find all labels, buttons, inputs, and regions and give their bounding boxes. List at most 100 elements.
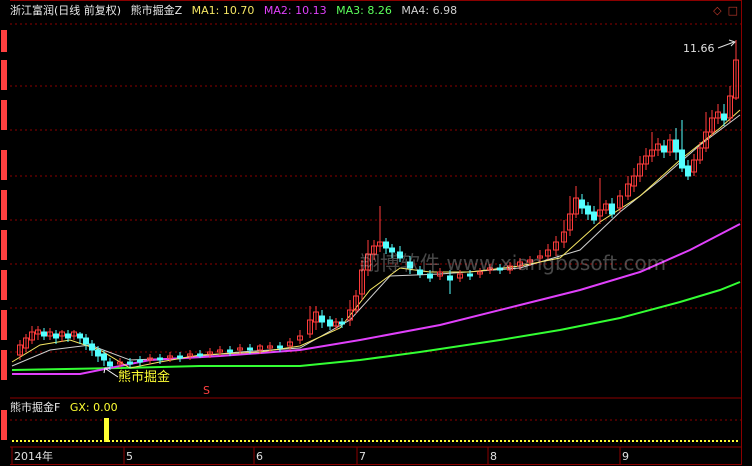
gx-baseline-dot — [436, 440, 438, 442]
gx-baseline-dot — [196, 440, 198, 442]
gx-baseline-dot — [448, 440, 450, 442]
gx-baseline-dot — [680, 440, 682, 442]
candle-body — [101, 353, 107, 361]
candle-body — [127, 361, 133, 365]
gx-baseline-dot — [564, 440, 566, 442]
gx-baseline-dot — [700, 440, 702, 442]
sub-panel-bars — [12, 418, 738, 442]
gx-baseline-dot — [12, 440, 14, 442]
gx-baseline-dot — [528, 440, 530, 442]
gx-baseline-dot — [464, 440, 466, 442]
gx-baseline-dot — [556, 440, 558, 442]
gx-baseline-dot — [728, 440, 730, 442]
gx-baseline-dot — [552, 440, 554, 442]
gx-baseline-dot — [500, 440, 502, 442]
gx-baseline-dot — [296, 440, 298, 442]
candle-body — [77, 333, 83, 339]
gx-baseline-dot — [468, 440, 470, 442]
gx-baseline-dot — [148, 440, 150, 442]
gx-baseline-dot — [676, 440, 678, 442]
candle-body — [661, 145, 667, 153]
gx-baseline-dot — [600, 440, 602, 442]
gx-baseline-dot — [540, 440, 542, 442]
candle-body — [339, 321, 345, 325]
gx-baseline-dot — [736, 440, 738, 442]
x-tick-label: 6 — [256, 450, 263, 463]
gx-baseline-dot — [560, 440, 562, 442]
gx-baseline-dot — [32, 440, 34, 442]
gx-baseline-dot — [520, 440, 522, 442]
gx-baseline-dot — [76, 440, 78, 442]
gx-baseline-dot — [228, 440, 230, 442]
gx-baseline-dot — [452, 440, 454, 442]
gx-baseline-dot — [404, 440, 406, 442]
gx-baseline-dot — [232, 440, 234, 442]
x-tick-label: 2014年 — [14, 449, 53, 463]
candle-body — [673, 139, 679, 153]
candle-body — [53, 333, 59, 339]
gx-baseline-dot — [216, 440, 218, 442]
gx-baseline-dot — [64, 440, 66, 442]
candle-body — [319, 315, 325, 323]
gx-baseline-dot — [704, 440, 706, 442]
side-toolbar[interactable] — [0, 0, 10, 466]
gx-baseline-dot — [716, 440, 718, 442]
gx-baseline-dot — [88, 440, 90, 442]
candle-body — [41, 331, 47, 337]
candle-body — [585, 205, 591, 215]
chart-frame — [9, 0, 742, 465]
sub-indicator-name: 熊市掘金F — [10, 401, 61, 414]
gx-baseline-dot — [92, 440, 94, 442]
gx-baseline-dot — [264, 440, 266, 442]
gx-baseline-dot — [612, 440, 614, 442]
gx-baseline-dot — [416, 440, 418, 442]
gx-baseline-dot — [208, 440, 210, 442]
ma2-readout: MA2: 10.13 — [263, 4, 327, 17]
gx-baseline-dot — [488, 440, 490, 442]
ma1-readout: MA1: 10.70 — [191, 4, 255, 17]
candle-body — [247, 347, 253, 351]
gx-baseline-dot — [384, 440, 386, 442]
gx-baseline-dot — [28, 440, 30, 442]
gx-baseline-dot — [544, 440, 546, 442]
gx-baseline-dot — [48, 440, 50, 442]
gx-baseline-dot — [516, 440, 518, 442]
gx-baseline-dot — [284, 440, 286, 442]
gx-baseline-dot — [96, 440, 98, 442]
candle-body — [609, 203, 615, 215]
gx-baseline-dot — [632, 440, 634, 442]
watermark: 翔博软件 www.xiangbosoft.com — [360, 251, 666, 275]
gx-baseline-dot — [440, 440, 442, 442]
gx-baseline-dot — [432, 440, 434, 442]
candle-body — [65, 333, 71, 339]
gx-baseline-dot — [200, 440, 202, 442]
gx-baseline-dot — [160, 440, 162, 442]
candle-body — [157, 357, 163, 361]
ma4-line — [11, 114, 741, 367]
stock-chart[interactable]: 2014年 5 6 7 8 9 翔博软件 www.xiangbosoft.com 11.6… — [0, 0, 752, 466]
candle-body — [447, 275, 453, 281]
gx-baseline-dot — [536, 440, 538, 442]
gx-baseline-dot — [212, 440, 214, 442]
gx-baseline-dot — [344, 440, 346, 442]
indicator-name: 熊市掘金Z — [130, 4, 183, 17]
gx-baseline-dot — [336, 440, 338, 442]
gx-baseline-dot — [392, 440, 394, 442]
period-label: (日线 前复权) — [54, 4, 122, 17]
gx-signal-bar — [104, 418, 109, 442]
gx-baseline-dot — [276, 440, 278, 442]
gx-baseline-dot — [672, 440, 674, 442]
gx-baseline-dot — [608, 440, 610, 442]
gx-baseline-dot — [84, 440, 86, 442]
gx-baseline-dot — [20, 440, 22, 442]
ma-lines — [11, 109, 741, 375]
gx-baseline-dot — [188, 440, 190, 442]
gx-baseline-dot — [144, 440, 146, 442]
gx-baseline-dot — [268, 440, 270, 442]
gx-baseline-dot — [352, 440, 354, 442]
gx-baseline-dot — [624, 440, 626, 442]
gx-baseline-dot — [320, 440, 322, 442]
candle-body — [95, 349, 101, 357]
x-tick-label: 8 — [490, 450, 497, 463]
window-controls[interactable]: ◇□ — [713, 4, 744, 17]
